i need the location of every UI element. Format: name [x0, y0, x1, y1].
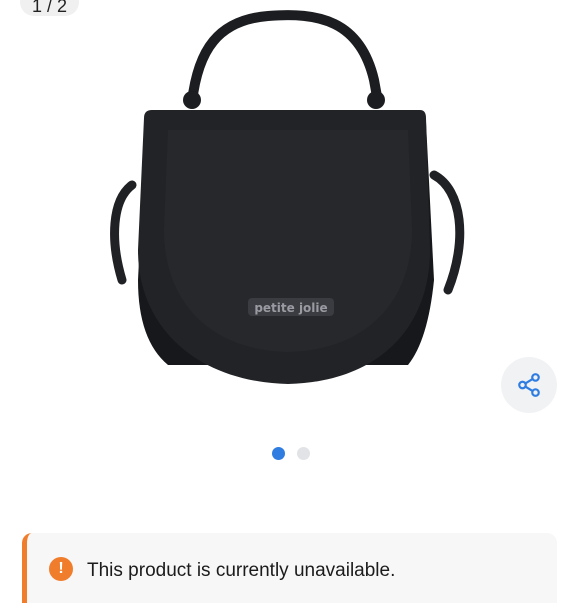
image-counter: 1 / 2 [20, 0, 80, 16]
share-icon [518, 373, 540, 397]
notice-message: This product is currently unavailable. [87, 560, 396, 581]
handbag-image: petite jolie [108, 10, 470, 420]
pagination-dot-2[interactable] [296, 447, 310, 460]
share-button[interactable] [501, 357, 557, 413]
pagination-dot-1[interactable] [271, 447, 285, 460]
gallery-pagination [0, 447, 579, 460]
product-image[interactable]: petite jolie [108, 10, 470, 420]
unavailable-notice: ! This product is currently unavailable. [22, 533, 557, 603]
alert-icon: ! [49, 557, 73, 581]
brand-logo-text: petite jolie [254, 301, 327, 315]
